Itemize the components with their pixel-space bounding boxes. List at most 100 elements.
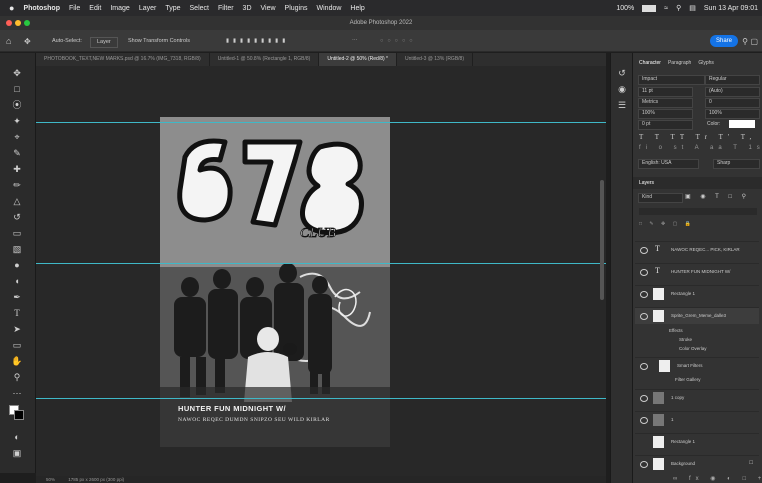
visibility-eye-icon[interactable] [640,363,648,370]
screen-mode-icon[interactable]: ▣ [11,447,23,459]
tab-paragraph[interactable]: Paragraph [668,60,691,70]
zoom-level[interactable]: 50% [46,477,55,482]
clock[interactable]: Sun 13 Apr 09:01 [704,5,758,12]
workspace-icon[interactable]: ▢ [750,37,758,46]
show-transform-checkbox[interactable]: Show Transform Controls [128,37,190,46]
close-window-button[interactable] [6,20,12,26]
opentype-buttons[interactable]: fi o st A aa T 1st ½ [639,145,762,151]
layers-footer-icons[interactable]: ∞ fx ◉ ◐ □ + 🗑 [673,475,762,482]
anti-alias-select[interactable]: Sharp [713,159,760,169]
minimize-window-button[interactable] [15,20,21,26]
home-icon[interactable]: ⌂ [6,37,11,46]
guide-line[interactable] [36,122,606,123]
pen-tool[interactable]: ✒ [11,291,23,303]
eyedropper-tool[interactable]: ✎ [11,147,23,159]
color-panel-icon[interactable]: ◉ [616,83,628,95]
marquee-tool[interactable]: □ [11,83,23,95]
path-select-tool[interactable]: ➤ [11,323,23,335]
smart-filters-row[interactable]: Smart Filters [635,357,759,374]
menu-app-name[interactable]: Photoshop [23,5,60,12]
menu-window[interactable]: Window [317,5,342,12]
stroke-effect[interactable]: Stroke [679,337,692,342]
tracking-field[interactable]: 0 [705,98,760,108]
layer-filter-icons[interactable]: ▣ ◉ T □ ⚲ [685,193,750,200]
color-swatches[interactable] [9,405,25,421]
hand-tool[interactable]: ✋ [11,355,23,367]
guide-line[interactable] [36,398,606,399]
visibility-eye-icon[interactable] [640,395,648,402]
leading-field[interactable]: (Auto) [705,87,760,97]
eraser-tool[interactable]: ▭ [11,227,23,239]
layer-row[interactable]: 1 [635,411,759,428]
object-select-tool[interactable]: ✦ [11,115,23,127]
layer-row[interactable]: T NAWOC REQEC... PICK, KIRLAR [635,241,759,258]
layer-name[interactable]: NAWOC REQEC... PICK, KIRLAR [671,247,740,252]
tab-untitled-1[interactable]: Untitled-1 @ 50.8% (Rectangle 1, RGB/8) [210,53,320,66]
tab-photobook[interactable]: PHOTOBOOK_TEXT,NEW MARKS.psd @ 16.7% (IM… [36,53,210,66]
menu-help[interactable]: Help [350,5,364,12]
layer-row[interactable]: Sprite_Grem_Meme_dalle3 [635,307,759,324]
battery-icon[interactable] [642,4,657,12]
vertical-scale-field[interactable]: 100% [638,109,693,119]
properties-panel-icon[interactable]: ☰ [616,99,628,111]
layer-name[interactable]: 1 copy [671,395,684,400]
layer-row[interactable]: 1 copy [635,389,759,406]
visibility-eye-icon[interactable] [640,417,648,424]
layer-row[interactable]: Rectangle 1 [635,285,759,302]
baseline-shift-field[interactable]: 0 pt [638,120,693,130]
language-select[interactable]: English: USA [638,159,699,169]
auto-select-dropdown[interactable]: Layer [90,37,118,48]
effects-label[interactable]: Effects [669,328,683,333]
control-center-icon[interactable]: ▤ [689,4,696,12]
menu-view[interactable]: View [261,5,276,12]
document-info[interactable]: 1785 px x 2600 px (300 ppi) [68,477,124,482]
menu-edit[interactable]: Edit [89,5,101,12]
layer-name[interactable]: Background [671,461,695,466]
tab-glyphs[interactable]: Glyphs [698,60,714,70]
background-color[interactable] [14,410,24,420]
menu-layer[interactable]: Layer [139,5,157,12]
lasso-tool[interactable]: ⦿ [11,99,23,111]
menu-type[interactable]: Type [165,5,180,12]
clone-stamp-tool[interactable]: △ [11,195,23,207]
font-family-select[interactable]: Impact [638,75,705,85]
visibility-eye-icon[interactable] [640,247,648,254]
menu-file[interactable]: File [69,5,80,12]
brush-tool[interactable]: ✏ [11,179,23,191]
visibility-eye-icon[interactable] [640,291,648,298]
visibility-eye-icon[interactable] [640,269,648,276]
type-tool[interactable]: T [11,307,23,319]
layer-filter-kind[interactable]: Kind [638,193,683,203]
crop-tool[interactable]: ⌖ [11,131,23,143]
text-color-swatch[interactable] [729,120,755,128]
menu-image[interactable]: Image [110,5,129,12]
filter-gallery-label[interactable]: Filter Gallery [675,377,701,382]
font-size-field[interactable]: 11 pt [638,87,693,97]
guide-line[interactable] [36,263,606,264]
layer-name[interactable]: Rectangle 1 [671,439,695,444]
menu-3d[interactable]: 3D [243,5,252,12]
healing-brush-tool[interactable]: ✚ [11,163,23,175]
quick-mask-icon[interactable]: ◐ [11,431,23,443]
menu-plugins[interactable]: Plugins [285,5,308,12]
lock-icons[interactable]: □ ✎ ✥ ▢ 🔒 [639,221,694,227]
blend-mode-row[interactable] [639,208,757,215]
rectangle-tool[interactable]: ▭ [11,339,23,351]
wifi-icon[interactable]: ≈ [664,5,668,12]
align-icons[interactable]: ▮▮▮▮▮▮▮▮▮ [226,37,289,46]
history-brush-tool[interactable]: ↺ [11,211,23,223]
blur-tool[interactable]: ● [11,259,23,271]
layer-row[interactable]: Background □ [635,455,759,472]
horizontal-scale-field[interactable]: 100% [705,109,760,119]
tab-untitled-3[interactable]: Untitled-3 @ 13% (RGB/8) [397,53,473,66]
visibility-eye-icon[interactable] [640,461,648,468]
zoom-tool[interactable]: ⚲ [11,371,23,383]
type-style-buttons[interactable]: T T TT Tr T' T, T T [639,133,762,141]
menu-select[interactable]: Select [190,5,209,12]
more-options-icon[interactable]: ⋯ [352,37,358,46]
gradient-tool[interactable]: ▧ [11,243,23,255]
dodge-tool[interactable]: ◖ [11,275,23,287]
layer-name[interactable]: 1 [671,417,674,422]
apple-icon[interactable]: ● [9,3,14,13]
layer-row[interactable]: T HUNTER FUN MIDNIGHT W/ [635,263,759,280]
